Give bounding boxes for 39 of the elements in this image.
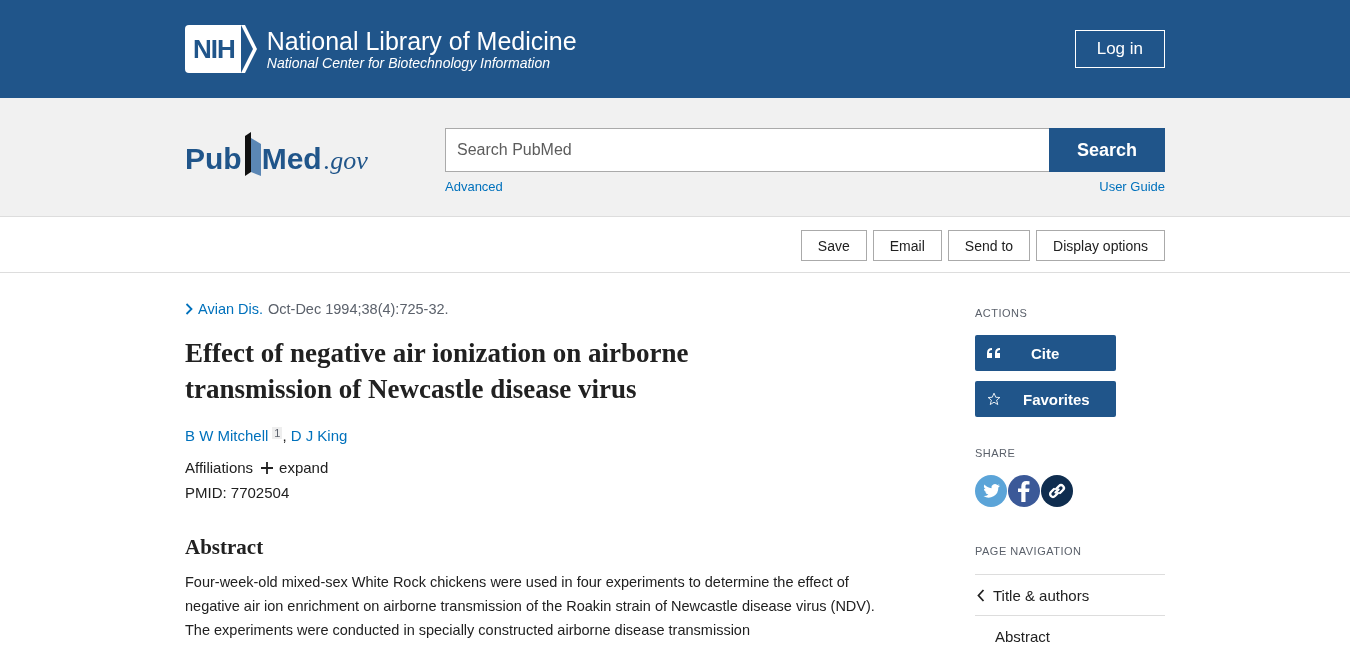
section-heading: SHARE	[975, 446, 1017, 461]
advanced-search-link[interactable]: Advanced	[445, 179, 503, 194]
page-nav-item[interactable]: Abstract	[975, 616, 1165, 654]
site-title: National Library of Medicine	[266, 27, 577, 55]
search-field[interactable]: Search PubMed	[445, 128, 1049, 172]
article-title: Effect of negative air ionization on airborne transmission of Newcastle disease virus	[185, 337, 690, 406]
toolbar-button[interactable]: Save	[800, 230, 867, 261]
nih-logo: NIH	[185, 25, 257, 73]
section-heading: ACTIONS	[975, 306, 1029, 321]
chevron-left-icon	[977, 588, 985, 602]
chevron-right-icon	[185, 303, 193, 315]
link-icon[interactable]	[1041, 475, 1073, 507]
abstract-heading: Abstract	[185, 535, 265, 560]
affiliations-label: Affiliations	[185, 459, 254, 476]
citation-text: Oct-Dec 1994;38(4):725-32.	[268, 301, 449, 317]
toolbar-button[interactable]: Send to	[947, 230, 1031, 261]
toolbar-button[interactable]: Email	[872, 230, 942, 261]
site-subtitle: National Center for Biotechnology Information	[266, 55, 552, 71]
search-button[interactable]: Search	[1049, 128, 1165, 172]
abstract-text: Four-week-old mixed-sex White Rock chickens were used in four experiments to determine the effect of negative air ion enrichment on airborne transmission of the Roakin strain of Newcastle disease virus (NDV). The experiments were conducted in specially constructed airborne disease transmission	[185, 573, 876, 640]
pubmed-logo: Pub Med.gov	[185, 128, 445, 176]
star-icon	[987, 392, 1001, 406]
login-button[interactable]: Log in	[1074, 30, 1165, 68]
section-heading: PAGE NAVIGATION	[975, 544, 1083, 559]
cite-button[interactable]: Cite	[975, 335, 1116, 371]
user-guide-link[interactable]: User Guide	[1099, 179, 1165, 194]
author-link[interactable]: D J King	[290, 427, 348, 444]
facebook-icon[interactable]	[1008, 475, 1040, 507]
pmid-text: PMID: 7702504	[185, 484, 291, 501]
favorites-button[interactable]: Favorites	[975, 381, 1116, 417]
toolbar-button[interactable]: Display options	[1036, 230, 1165, 261]
expand-button[interactable]: expand	[261, 459, 329, 476]
affiliation-mark: 1	[272, 427, 283, 439]
quote-icon	[987, 348, 1001, 358]
author-separator: ,	[282, 427, 287, 444]
page-nav-item[interactable]: Title & authors	[975, 575, 1165, 616]
author-link[interactable]: B W Mitchell	[185, 427, 269, 444]
plus-icon	[261, 461, 274, 474]
journal-link[interactable]: Avian Dis.	[198, 301, 263, 317]
